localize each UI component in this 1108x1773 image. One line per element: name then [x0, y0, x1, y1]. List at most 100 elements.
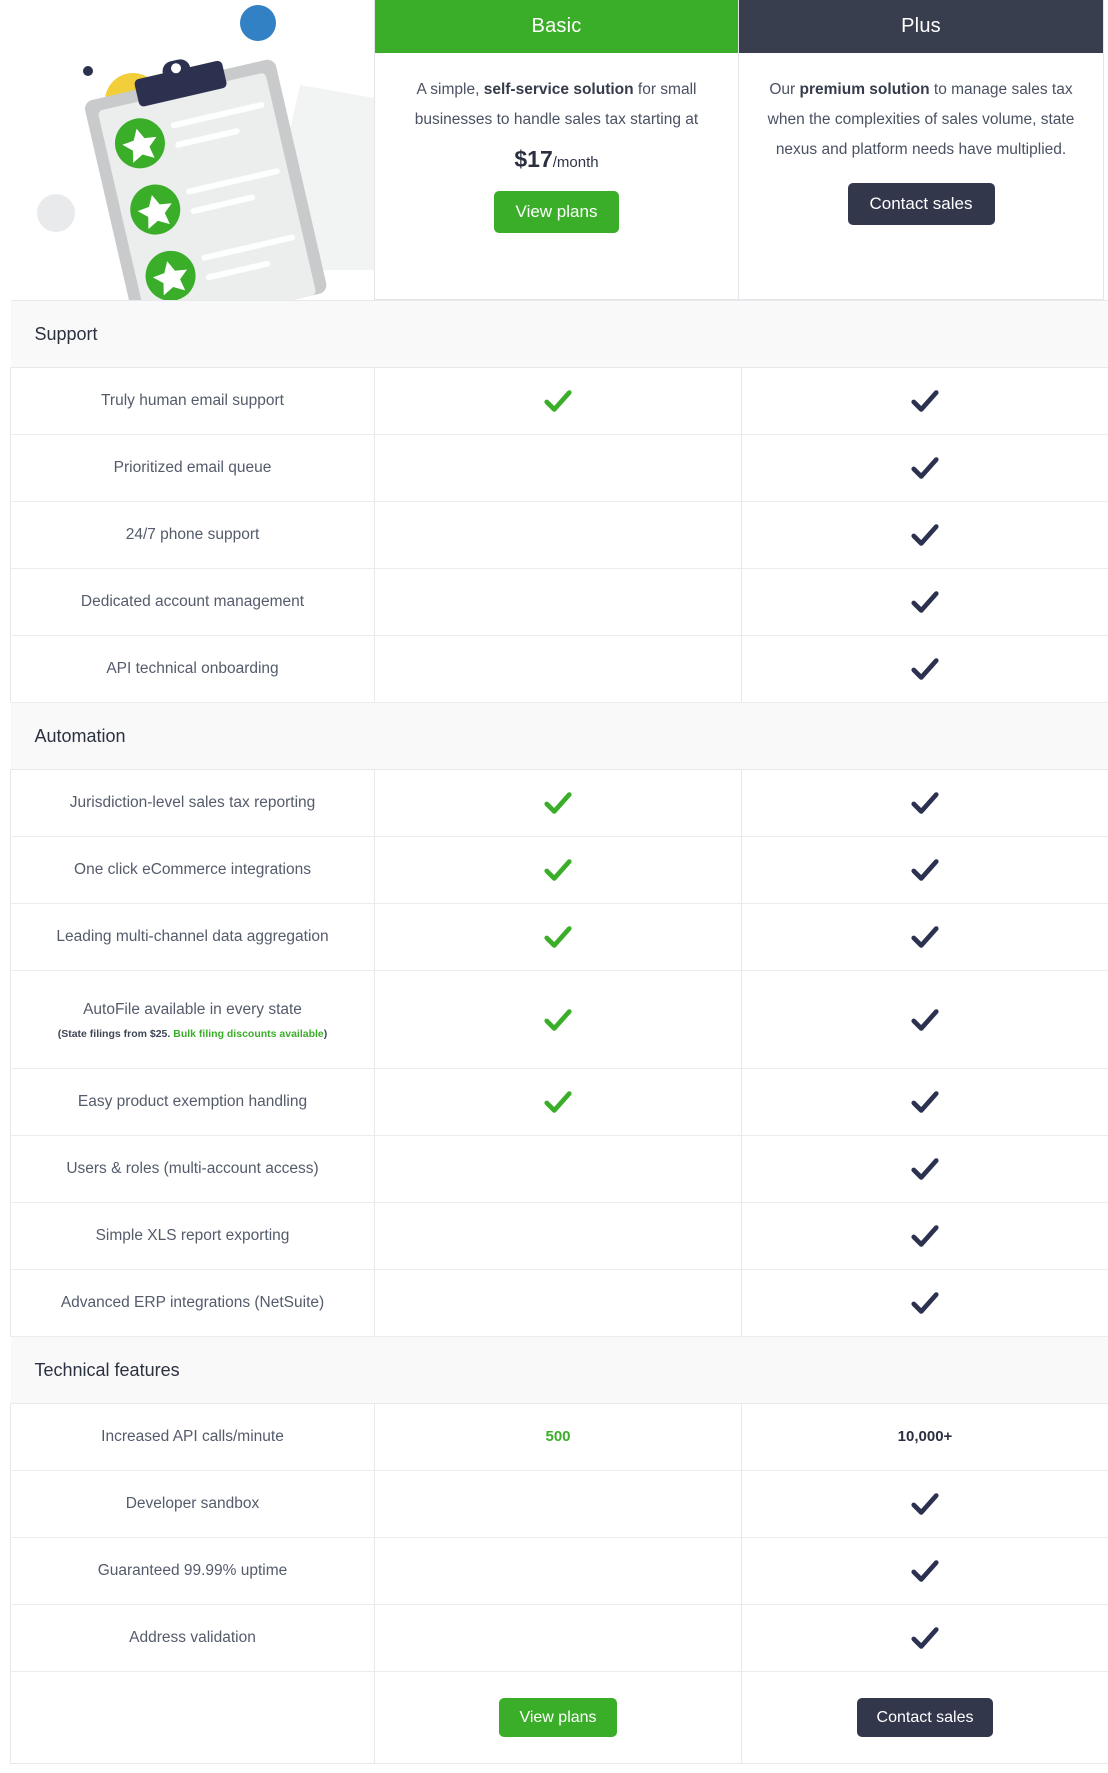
feature-label: Users & roles (multi-account access): [10, 1135, 375, 1203]
view-plans-button-bottom[interactable]: View plans: [499, 1697, 617, 1738]
basic-cell: [374, 1068, 742, 1136]
check-icon-plus: [911, 1560, 939, 1582]
plan-header-plus: Plus Our premium solution to manage sale…: [739, 0, 1104, 300]
basic-cell: [374, 1269, 742, 1337]
check-icon-basic: [544, 1008, 572, 1031]
contact-sales-button-bottom[interactable]: Contact sales: [856, 1697, 994, 1738]
plus-cell: [741, 1269, 1108, 1337]
table-row: Users & roles (multi-account access): [10, 1135, 1108, 1203]
check-icon-plus: [911, 591, 939, 613]
table-row: Address validation: [10, 1604, 1108, 1672]
table-row: Prioritized email queue: [10, 434, 1108, 502]
value-plus: 10,000+: [897, 1428, 953, 1445]
basic-cell: [374, 970, 742, 1069]
plans-header-area: Basic A simple, self-service solution fo…: [0, 0, 1108, 300]
basic-cell: [374, 769, 742, 837]
basic-cell: [374, 1202, 742, 1270]
pricing-comparison-page: Basic A simple, self-service solution fo…: [0, 0, 1108, 1773]
section-header-row: Automation: [10, 702, 1108, 770]
table-row: Leading multi-channel data aggregation: [10, 903, 1108, 971]
plan-description-plus: Our premium solution to manage sales tax…: [765, 75, 1077, 165]
basic-cell: [374, 568, 742, 636]
clipboard-checklist-illustration: [0, 0, 374, 300]
table-row: Easy product exemption handling: [10, 1068, 1108, 1136]
check-icon-plus: [911, 1493, 939, 1515]
check-icon-plus: [911, 457, 939, 479]
basic-cell: [374, 903, 742, 971]
plan-comparison-table: Support Truly human email support Prioriti…: [10, 300, 1108, 1764]
check-icon-plus: [911, 1627, 939, 1649]
check-icon-plus: [911, 1008, 939, 1031]
table-row: Dedicated account management: [10, 568, 1108, 636]
table-row: API technical onboarding: [10, 635, 1108, 703]
plan-name-plus: Plus: [739, 0, 1103, 53]
plan-header-basic: Basic A simple, self-service solution fo…: [374, 0, 739, 300]
feature-label: Address validation: [10, 1604, 375, 1672]
basic-cell: [374, 434, 742, 502]
basic-cell: [374, 635, 742, 703]
plan-price-amount-basic: $17: [514, 146, 553, 172]
plan-price-period-basic: /month: [552, 154, 599, 171]
check-icon-basic: [544, 390, 572, 412]
plus-cell: [741, 1537, 1108, 1605]
navy-dot-icon: [83, 66, 93, 76]
basic-cell: [374, 1604, 742, 1672]
check-icon-basic: [544, 926, 572, 948]
feature-label: Jurisdiction-level sales tax reporting: [10, 769, 375, 837]
section-header-row: Support: [10, 300, 1108, 368]
table-row: One click eCommerce integrations: [10, 836, 1108, 904]
check-icon-basic: [544, 792, 572, 814]
plan-desc-pre-basic: A simple,: [416, 81, 484, 98]
plus-cell: [741, 1068, 1108, 1136]
feature-label: Increased API calls/minute: [10, 1403, 375, 1471]
blue-dot-icon: [240, 5, 276, 41]
plus-cell: [741, 501, 1108, 569]
check-icon-plus: [911, 390, 939, 412]
plan-price-basic: $17/month: [401, 145, 712, 177]
plus-cell: [741, 769, 1108, 837]
feature-label: Truly human email support: [10, 367, 375, 435]
table-row: Developer sandbox: [10, 1470, 1108, 1538]
plus-cell: [741, 568, 1108, 636]
plus-cell: [741, 836, 1108, 904]
basic-cell: [374, 1470, 742, 1538]
feature-label: Guaranteed 99.99% uptime: [10, 1537, 375, 1605]
plus-cell: [741, 903, 1108, 971]
view-plans-button-top[interactable]: View plans: [493, 191, 620, 234]
check-icon-basic: [544, 859, 572, 881]
check-icon-basic: [544, 1091, 572, 1113]
check-icon-plus: [911, 859, 939, 881]
feature-label: Advanced ERP integrations (NetSuite): [10, 1269, 375, 1337]
plus-cell: 10,000+: [741, 1403, 1108, 1471]
check-icon-plus: [911, 1292, 939, 1314]
check-icon-plus: [911, 926, 939, 948]
plan-desc-bold-plus: premium solution: [799, 81, 930, 98]
feature-label: Prioritized email queue: [10, 434, 375, 502]
section-title: Automation: [10, 702, 1108, 770]
basic-cell: [374, 836, 742, 904]
basic-cell: [374, 501, 742, 569]
feature-label: API technical onboarding: [10, 635, 375, 703]
plan-name-basic: Basic: [375, 0, 738, 53]
feature-subnote: (State filings from $25. Bulk filing dis…: [57, 1027, 328, 1040]
table-row: AutoFile available in every state (State …: [10, 970, 1108, 1069]
basic-cell: [374, 367, 742, 435]
feature-subnote-highlight: Bulk filing discounts available: [173, 1027, 324, 1040]
footer-cta-row: View plans Contact sales: [10, 1671, 1108, 1764]
footer-basic-cell: View plans: [374, 1671, 742, 1764]
footer-empty-cell: [10, 1671, 375, 1764]
table-row: Increased API calls/minute 500 10,000+: [10, 1403, 1108, 1471]
check-icon-plus: [911, 658, 939, 680]
feature-label: AutoFile available in every state (State …: [10, 970, 375, 1069]
feature-label: Leading multi-channel data aggregation: [10, 903, 375, 971]
contact-sales-button-top[interactable]: Contact sales: [847, 183, 995, 226]
table-row: Simple XLS report exporting: [10, 1202, 1108, 1270]
plus-cell: [741, 367, 1108, 435]
plus-cell: [741, 434, 1108, 502]
check-icon-plus: [911, 524, 939, 546]
feature-label: One click eCommerce integrations: [10, 836, 375, 904]
section-title: Technical features: [10, 1336, 1108, 1404]
plus-cell: [741, 635, 1108, 703]
basic-cell: [374, 1537, 742, 1605]
check-icon-plus: [911, 1225, 939, 1247]
